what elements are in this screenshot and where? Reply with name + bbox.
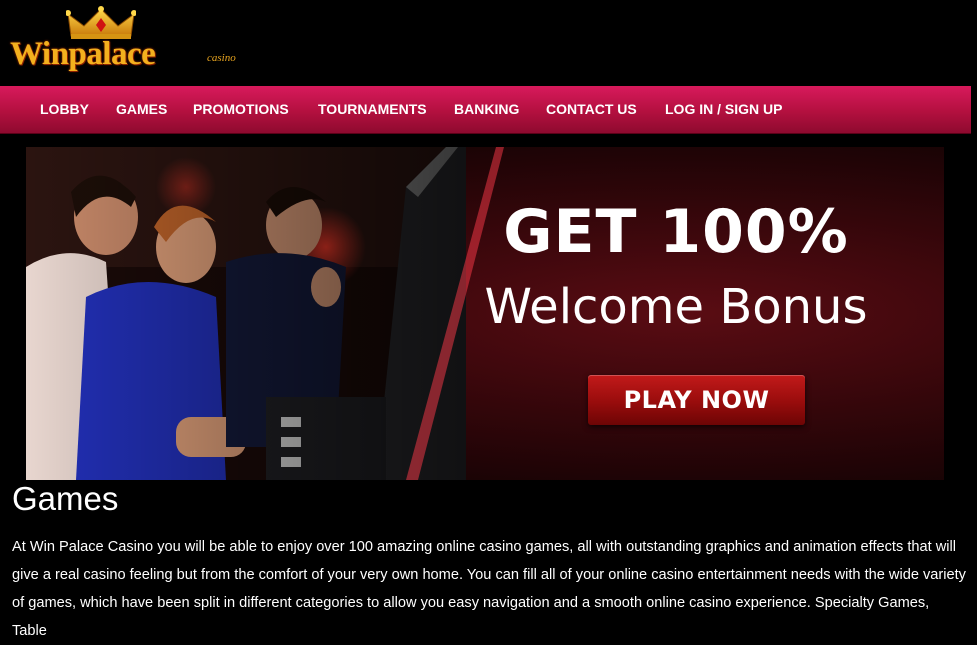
promo-banner[interactable]: GET 100% Welcome Bonus PLAY NOW xyxy=(26,147,944,480)
games-description: At Win Palace Casino you will be able to… xyxy=(12,539,966,639)
banner-headline: GET 100% xyxy=(503,197,849,267)
nav-tournaments[interactable]: TOURNAMENTS xyxy=(318,86,427,133)
crown-icon xyxy=(66,6,136,39)
play-now-button[interactable]: PLAY NOW xyxy=(588,375,805,425)
nav-promotions[interactable]: PROMOTIONS xyxy=(193,86,289,133)
nav-banking[interactable]: BANKING xyxy=(454,86,519,133)
site-header: Winpalace casino xyxy=(0,0,977,86)
winpalace-logo[interactable]: Winpalace casino xyxy=(10,6,250,78)
nav-login-signup[interactable]: LOG IN / SIGN UP xyxy=(665,86,782,133)
banner-subheadline: Welcome Bonus xyxy=(484,279,868,335)
nav-games[interactable]: GAMES xyxy=(116,86,167,133)
games-heading: Games xyxy=(12,480,119,517)
nav-contact-us[interactable]: CONTACT US xyxy=(546,86,637,133)
nav-lobby[interactable]: LOBBY xyxy=(40,86,89,133)
logo-subtitle: casino xyxy=(207,52,236,64)
main-nav: LOBBY GAMES PROMOTIONS TOURNAMENTS BANKI… xyxy=(0,86,971,134)
logo-wordmark: Winpalace xyxy=(10,36,156,72)
